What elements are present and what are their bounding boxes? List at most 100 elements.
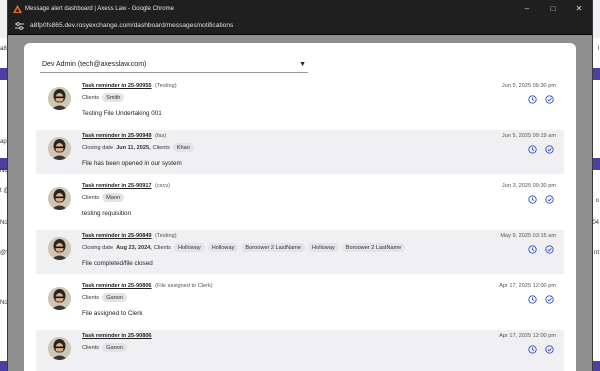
notification-message: Testing File Undertaking 001 — [82, 110, 162, 117]
bg-text: nt — [593, 250, 599, 256]
maximize-icon[interactable]: □ — [540, 0, 566, 17]
avatar — [48, 137, 71, 160]
clients-label: Clients — [82, 344, 100, 351]
task-reminder-link[interactable]: Task reminder in 25-90849 — [82, 233, 152, 239]
bg-text: ap — [0, 139, 7, 145]
bg-text: o — [595, 198, 599, 204]
title-bar: Message alert dashboard | Axess Law - Go… — [8, 0, 592, 17]
client-chip: Ganon — [102, 343, 127, 352]
site-settings-icon[interactable] — [14, 21, 24, 31]
notification-actions — [528, 295, 554, 304]
clients-label: Clients — [152, 144, 170, 151]
clients-label: Clients — [82, 294, 100, 301]
task-tag: (Testing) — [155, 83, 177, 89]
task-reminder-link[interactable]: Task reminder in 25-90806 — [82, 333, 152, 339]
closing-date-value: Jun 11, 2025, — [116, 144, 151, 151]
notification-list: Task reminder in 25-90955 (Testing) Jun … — [36, 80, 564, 371]
notification-date: Apr 17, 2025 12:00 pm — [499, 333, 556, 339]
notification-date: Apr 17, 2025 12:00 pm — [499, 283, 556, 289]
bg-text: No — [0, 220, 8, 226]
avatar — [48, 337, 71, 360]
task-tag: (File assigned to Clerk) — [155, 283, 213, 289]
snooze-clock-icon[interactable] — [528, 345, 537, 354]
window-title: Message alert dashboard | Axess Law - Go… — [25, 5, 174, 12]
notification-message: File completed/file closed — [82, 260, 153, 267]
notification-item: Task reminder in 25-90806 Apr 17, 2025 1… — [36, 330, 564, 371]
mark-done-check-icon[interactable] — [545, 195, 554, 204]
notification-meta: Closing date Jun 11, 2025, Clients Khan — [82, 143, 197, 152]
notification-header: Task reminder in 25-90917 (cscv) — [82, 183, 170, 189]
notification-actions — [528, 95, 554, 104]
notification-meta: Clients Ganon — [82, 293, 130, 302]
user-select[interactable]: Dev Admin (tech@axesslaw.com) ▼ — [40, 57, 308, 73]
closing-date-label: Closing date — [82, 144, 114, 151]
browser-window: Message alert dashboard | Axess Law - Go… — [8, 0, 592, 371]
client-chip: Khan — [172, 143, 194, 152]
minimize-icon[interactable]: – — [514, 0, 540, 17]
client-chip: Mann — [102, 193, 125, 202]
bg-text: l — [597, 46, 599, 52]
notification-header: Task reminder in 25-90806 (File assigned… — [82, 283, 213, 289]
notification-item: Task reminder in 25-90806 (File assigned… — [36, 280, 564, 324]
notification-actions — [528, 245, 554, 254]
client-chip: Holloway — [173, 243, 205, 252]
task-tag: (Testing) — [155, 233, 177, 239]
task-reminder-link[interactable]: Task reminder in 25-90806 — [82, 283, 152, 289]
task-tag: (cscv) — [155, 183, 171, 189]
notification-item: Task reminder in 25-90849 (Testing) May … — [36, 230, 564, 274]
url-text[interactable]: a8fp0fs865.dev.rosyexchange.com/dashboar… — [30, 22, 233, 29]
notification-date: Jun 5, 2025 09:19 am — [501, 133, 556, 139]
notification-header: Task reminder in 25-90955 (Testing) — [82, 83, 177, 89]
notification-header: Task reminder in 25-90849 (Testing) — [82, 233, 177, 239]
client-chip: Ganon — [102, 293, 127, 302]
notification-message: File assigned to Clerk — [82, 310, 143, 317]
avatar — [48, 87, 71, 110]
snooze-clock-icon[interactable] — [528, 195, 537, 204]
avatar — [48, 287, 71, 310]
notification-meta: Clients Mann — [82, 193, 127, 202]
notification-meta: Clients Smith — [82, 93, 127, 102]
bg-text: 04 — [592, 220, 599, 226]
notification-header: Task reminder in 25-90949 (fas) — [82, 133, 166, 139]
address-bar[interactable]: a8fp0fs865.dev.rosyexchange.com/dashboar… — [8, 17, 592, 35]
notification-item: Task reminder in 25-90917 (cscv) Jun 3, … — [36, 180, 564, 224]
notification-date: Jun 3, 2025 09:30 pm — [501, 183, 556, 189]
mark-done-check-icon[interactable] — [545, 145, 554, 154]
client-chip: Smith — [102, 93, 125, 102]
notification-actions — [528, 145, 554, 154]
client-chip: Boroower 2 LastName — [241, 243, 306, 252]
notifications-modal: Dev Admin (tech@axesslaw.com) ▼ Task rem… — [24, 43, 576, 371]
notification-item: Task reminder in 25-90949 (fas) Jun 5, 2… — [36, 130, 564, 174]
app-logo-icon — [12, 4, 22, 14]
notification-actions — [528, 195, 554, 204]
notification-date: May 9, 2025 03:15 am — [500, 233, 556, 239]
task-reminder-link[interactable]: Task reminder in 25-90949 — [82, 133, 152, 139]
snooze-clock-icon[interactable] — [528, 95, 537, 104]
closing-date-value: Aug 23, 2024, — [116, 244, 152, 251]
avatar — [48, 237, 71, 260]
client-chip: Holloway — [308, 243, 339, 252]
mark-done-check-icon[interactable] — [545, 245, 554, 254]
task-reminder-link[interactable]: Task reminder in 25-90955 — [82, 83, 152, 89]
mark-done-check-icon[interactable] — [545, 345, 554, 354]
notification-header: Task reminder in 25-90806 — [82, 333, 154, 339]
notification-date: Jun 5, 2025 06:30 pm — [501, 83, 556, 89]
client-chip: Holloway — [207, 243, 239, 252]
avatar — [48, 187, 71, 210]
mark-done-check-icon[interactable] — [545, 295, 554, 304]
clients-label: Clients — [82, 94, 100, 101]
task-tag: (fas) — [155, 133, 167, 139]
closing-date-label: Closing date — [82, 244, 114, 251]
close-icon[interactable]: ✕ — [566, 0, 592, 17]
snooze-clock-icon[interactable] — [528, 145, 537, 154]
task-reminder-link[interactable]: Task reminder in 25-90917 — [82, 183, 152, 189]
notification-message: testing requisition — [82, 210, 132, 217]
bg-text: No — [0, 300, 8, 306]
modal-overlay: Dev Admin (tech@axesslaw.com) ▼ Task rem… — [8, 35, 592, 371]
bg-text: a8 — [0, 46, 7, 52]
mark-done-check-icon[interactable] — [545, 95, 554, 104]
snooze-clock-icon[interactable] — [528, 295, 537, 304]
notification-item: Task reminder in 25-90955 (Testing) Jun … — [36, 80, 564, 124]
snooze-clock-icon[interactable] — [528, 245, 537, 254]
chevron-down-icon: ▼ — [299, 61, 306, 68]
